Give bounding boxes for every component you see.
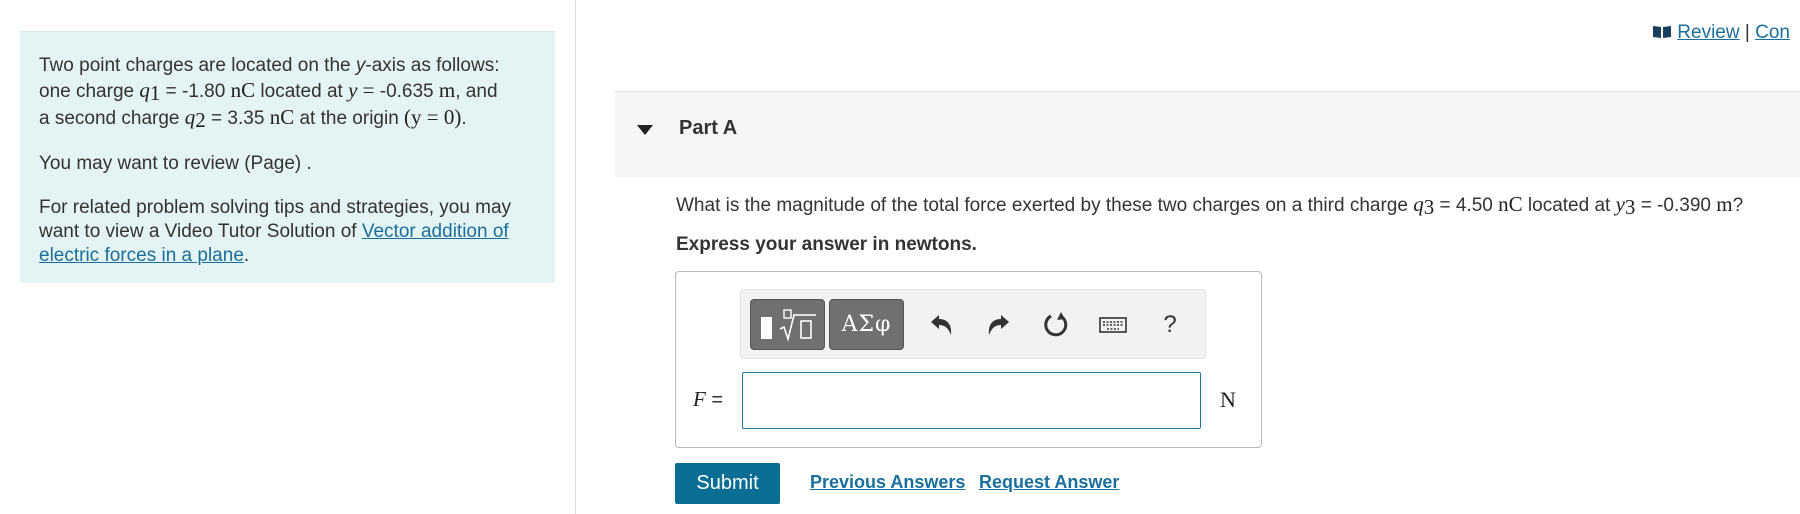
review-link[interactable]: Review [1677, 22, 1739, 43]
caret-down-icon[interactable] [637, 125, 653, 135]
review-note: You may want to review (Page) . [39, 153, 312, 174]
top-links: Review | Con [1652, 22, 1790, 44]
greek-symbols-button[interactable]: ΑΣφ [829, 299, 904, 350]
problem-panel: Two point charges are located on the y-a… [20, 31, 555, 283]
answer-variable-label: F = [693, 387, 724, 411]
math-toolbar: ΑΣφ ? [740, 289, 1206, 359]
help-button[interactable]: ? [1153, 308, 1187, 342]
templates-button[interactable] [750, 299, 825, 350]
templates-icon [760, 308, 816, 342]
part-a-header[interactable]: Part A [615, 91, 1800, 177]
keyboard-icon[interactable] [1096, 308, 1130, 342]
part-title: Part A [679, 117, 738, 139]
problem-statement: Two point charges are located on the y-a… [39, 55, 500, 132]
answer-input[interactable] [742, 372, 1201, 429]
undo-icon[interactable] [924, 308, 958, 342]
panel-divider [575, 0, 576, 514]
question-text: What is the magnitude of the total force… [676, 192, 1744, 219]
answer-box: ΑΣφ ? F = N [675, 271, 1262, 448]
constants-link[interactable]: Con [1755, 22, 1790, 43]
answer-unit: N [1220, 387, 1236, 412]
reset-icon[interactable] [1039, 308, 1073, 342]
redo-icon[interactable] [982, 308, 1016, 342]
related-note: For related problem solving tips and str… [39, 197, 512, 266]
book-icon [1653, 26, 1671, 38]
previous-answers-link[interactable]: Previous Answers [810, 472, 965, 493]
request-answer-link[interactable]: Request Answer [979, 472, 1119, 493]
answer-instruction: Express your answer in newtons. [676, 234, 977, 255]
submit-button[interactable]: Submit [675, 463, 780, 504]
